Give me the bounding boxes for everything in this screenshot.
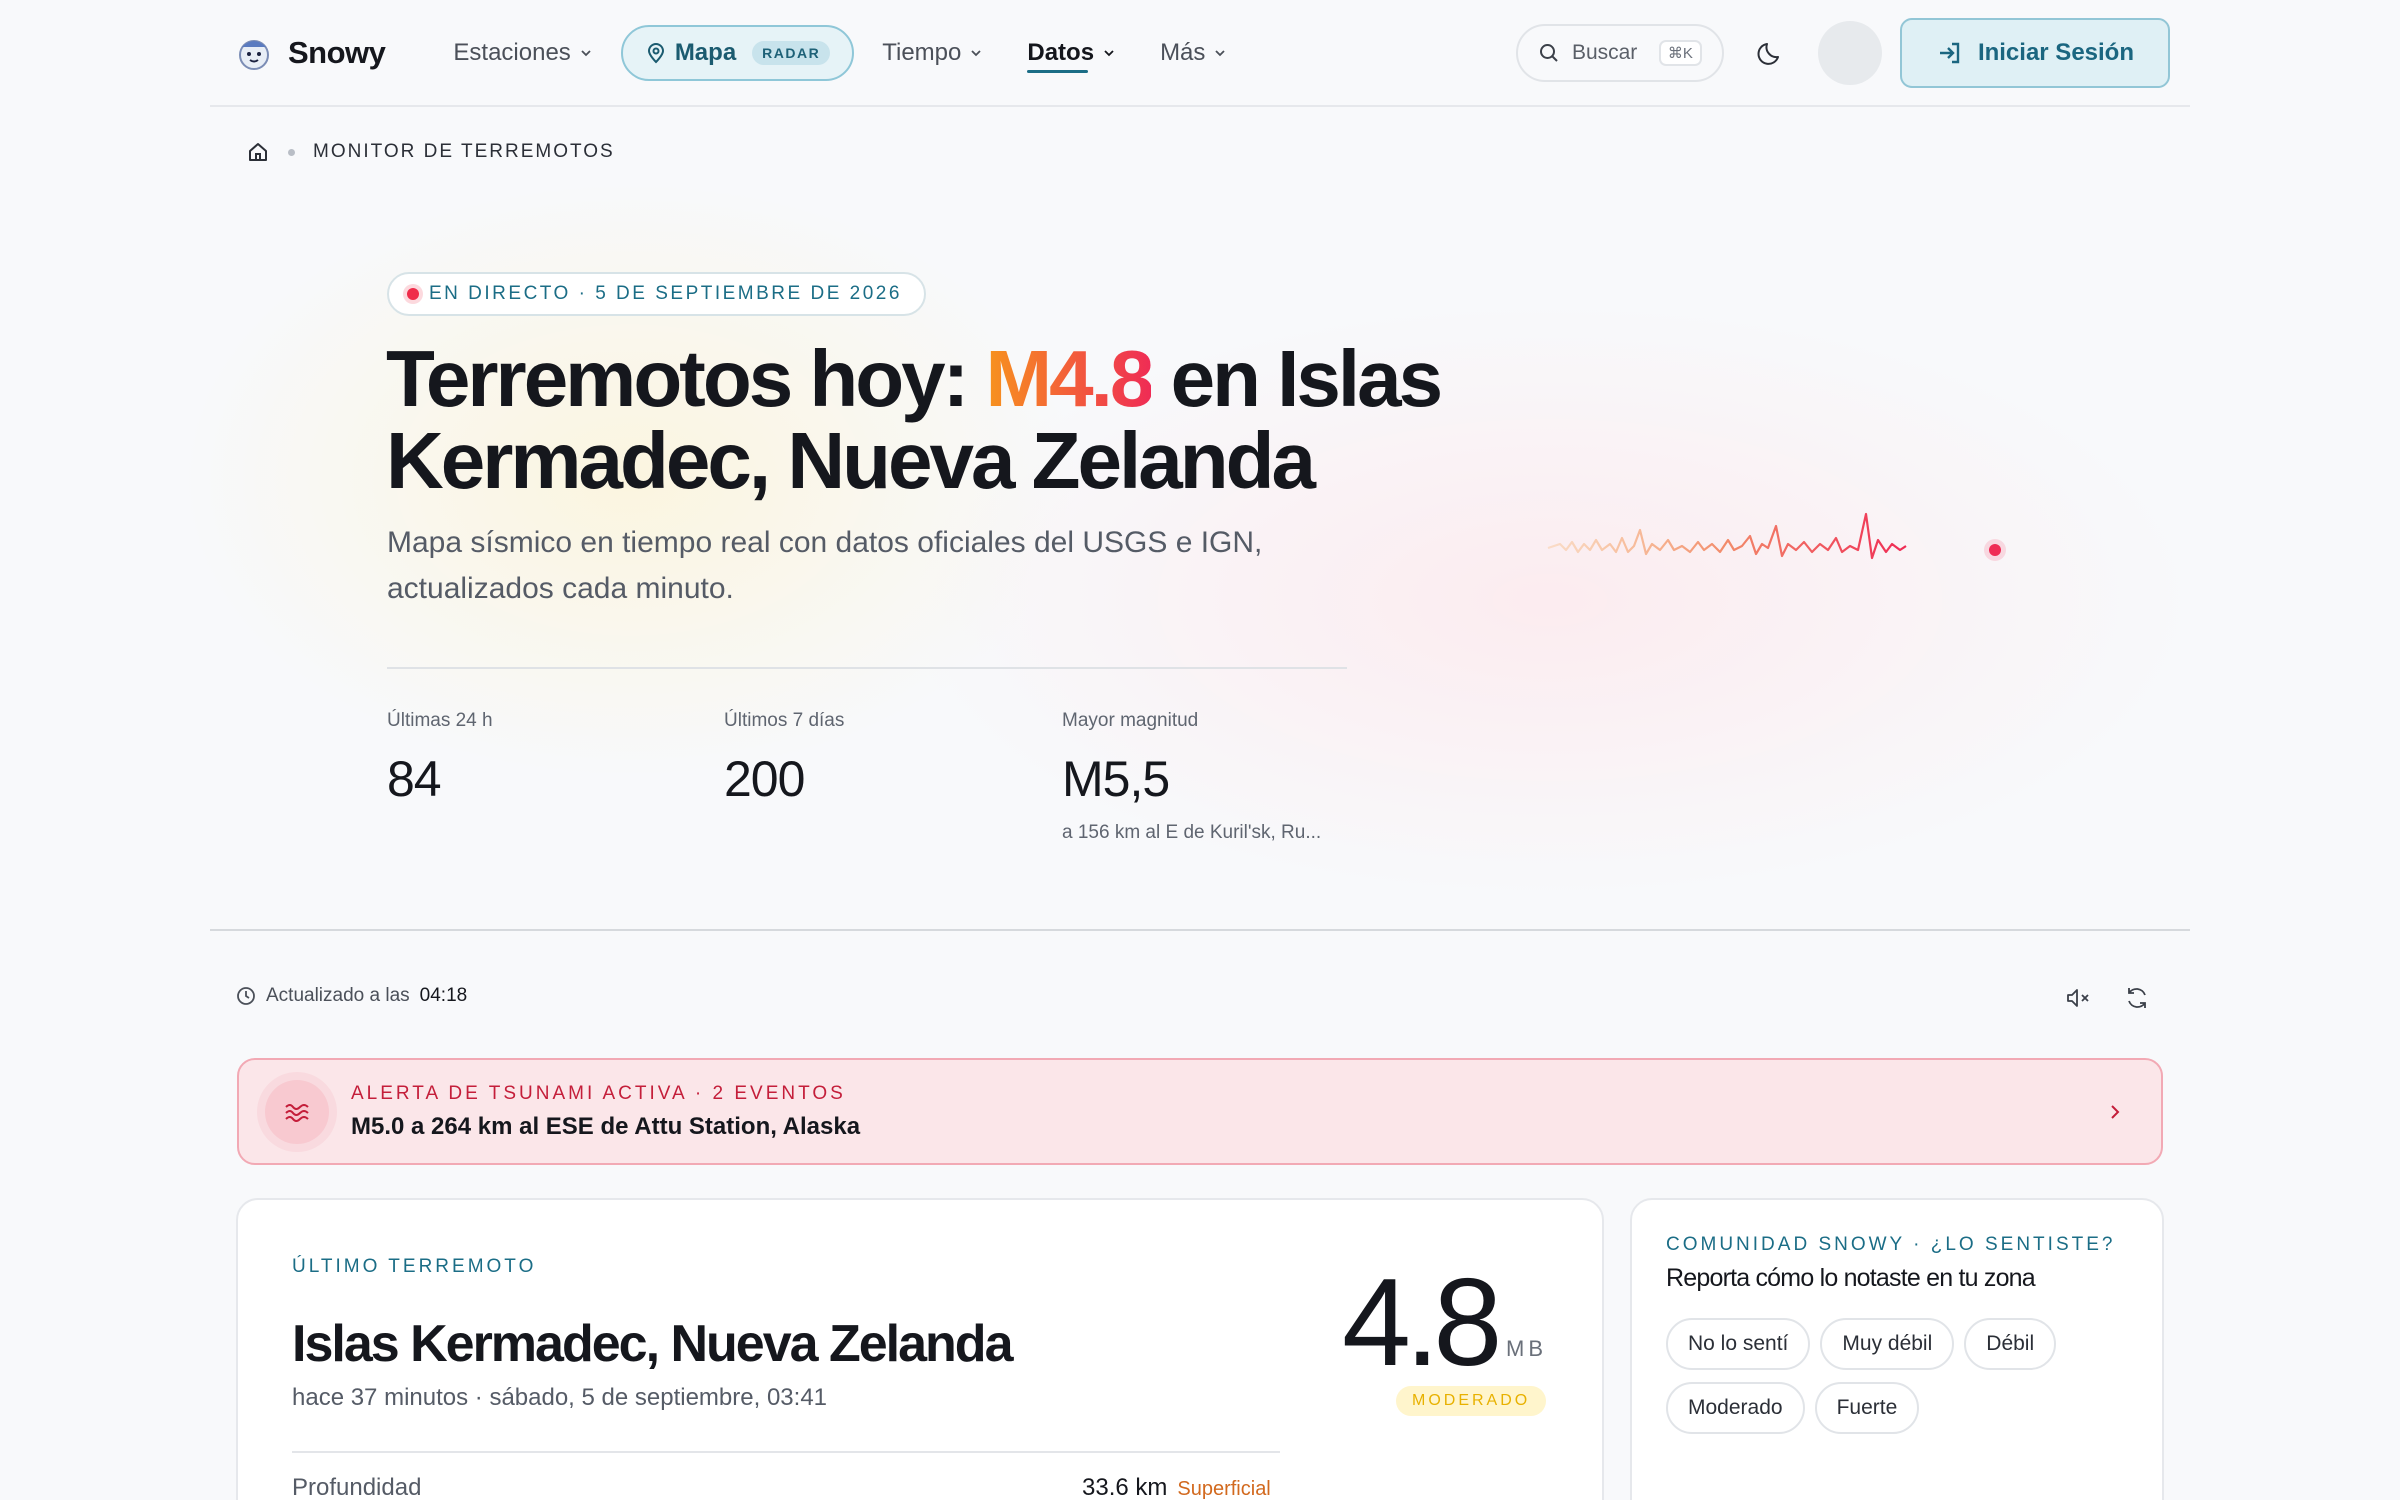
latest-time: hace 37 minutos · sábado, 5 de septiembr…	[292, 1384, 828, 1411]
alert-icon-wrap	[265, 1079, 329, 1144]
page: { "header": { "logo_text": "Snowy", "nav…	[0, 0, 2400, 1500]
feel-options: No lo sentí Muy débil Débil Moderado Fue…	[1666, 1318, 2146, 1434]
depth-label: Profundidad	[292, 1474, 422, 1500]
updated-status: Actualizado a las 04:18	[236, 985, 467, 1007]
map-pin-icon	[647, 42, 664, 63]
breadcrumb: MONITOR DE TERREMOTOS	[246, 140, 615, 164]
latest-label: ÚLTIMO TERREMOTO	[292, 1256, 537, 1277]
login-icon	[1939, 42, 1960, 63]
updated-time: 04:18	[419, 985, 468, 1006]
tsunami-alert-banner[interactable]: ALERTA DE TSUNAMI ACTIVA · 2 EVENTOS M5.…	[237, 1058, 2163, 1165]
radar-badge: RADAR	[752, 40, 831, 65]
nav-estaciones-label: Estaciones	[453, 38, 571, 66]
live-badge: EN DIRECTO · 5 DE SEPTIEMBRE DE 2026	[387, 272, 926, 316]
stat-24h: Últimas 24 h 84	[387, 710, 493, 808]
home-icon[interactable]	[246, 140, 270, 164]
latest-earthquake-card[interactable]: ÚLTIMO TERREMOTO Islas Kermadec, Nueva Z…	[236, 1198, 1604, 1500]
login-label: Iniciar Sesión	[1977, 38, 2134, 66]
chevron-down-icon	[581, 49, 591, 56]
seismograph-icon	[1547, 512, 2006, 561]
chevron-down-icon	[1104, 49, 1114, 56]
section-divider	[210, 929, 2190, 931]
alert-text: ALERTA DE TSUNAMI ACTIVA · 2 EVENTOS M5.…	[351, 1083, 860, 1141]
nav-datos[interactable]: Datos	[1005, 25, 1138, 81]
clock-icon	[237, 987, 255, 1005]
logo[interactable]: Snowy	[234, 33, 386, 73]
updated-label: Actualizado a las	[266, 985, 410, 1006]
page-subtitle: Mapa sísmico en tiempo real con datos of…	[387, 526, 1263, 605]
mute-button[interactable]	[2058, 978, 2098, 1018]
search-icon	[1539, 43, 1558, 62]
waves-icon	[285, 1103, 309, 1122]
search-shortcut: ⌘K	[1658, 39, 1702, 66]
stat-label: Últimas 24 h	[387, 710, 493, 731]
stat-label: Últimos 7 días	[724, 710, 845, 731]
live-label: EN DIRECTO · 5 DE SEPTIEMBRE DE 2026	[429, 283, 902, 304]
mute-icon	[2067, 989, 2089, 1007]
alert-event: M5.0 a 264 km al ESE de Attu Station, Al…	[351, 1112, 861, 1140]
main-nav: Estaciones Mapa RADAR Tiempo Datos Más	[431, 24, 1249, 81]
feel-option-very-weak[interactable]: Muy débil	[1820, 1318, 1955, 1370]
stat-value: M5,5	[1062, 751, 1170, 807]
community-card: COMUNIDAD SNOWY · ¿LO SENTISTE? Reporta …	[1630, 1198, 2164, 1500]
search-button[interactable]: Buscar ⌘K	[1515, 23, 1724, 82]
theme-toggle[interactable]	[1742, 24, 1800, 82]
breadcrumb-separator	[288, 148, 295, 156]
moon-icon	[1757, 42, 1779, 65]
magnitude-value: 4.8	[1342, 1254, 1502, 1392]
feel-option-strong[interactable]: Fuerte	[1814, 1382, 1920, 1434]
card-divider	[292, 1451, 1280, 1453]
logo-text: Snowy	[288, 34, 386, 70]
depth-class: Superficial	[1177, 1478, 1271, 1500]
depth-value: 33.6 km	[1082, 1474, 1168, 1500]
nav-estaciones[interactable]: Estaciones	[431, 25, 614, 81]
chevron-right-icon	[2111, 1104, 2120, 1119]
active-nav-underline	[1027, 69, 1089, 73]
title-magnitude: M4.8	[985, 334, 1155, 423]
chevron-down-icon	[1215, 49, 1226, 56]
latest-title: Islas Kermadec, Nueva Zelanda	[292, 1315, 1013, 1373]
hero-divider	[387, 667, 1347, 669]
community-label: COMUNIDAD SNOWY · ¿LO SENTISTE?	[1666, 1234, 2116, 1255]
nav-tiempo[interactable]: Tiempo	[860, 25, 1005, 81]
feel-option-moderate[interactable]: Moderado	[1666, 1382, 1805, 1434]
nav-datos-label: Datos	[1027, 38, 1095, 66]
nav-mas[interactable]: Más	[1138, 25, 1249, 81]
magnitude-unit: MB	[1506, 1336, 1547, 1361]
community-title: Reporta cómo lo notaste en tu zona	[1666, 1264, 2036, 1292]
stat-label: Mayor magnitud	[1062, 710, 1199, 731]
nav-tiempo-label: Tiempo	[882, 38, 962, 66]
login-button[interactable]: Iniciar Sesión	[1899, 17, 2170, 88]
avatar[interactable]	[1817, 20, 1882, 85]
title-prefix: Terremotos hoy:	[386, 334, 986, 423]
nav-mapa[interactable]: Mapa RADAR	[620, 24, 855, 81]
stat-note: a 156 km al E de Kuril'sk, Ru...	[1062, 822, 1322, 843]
page-title: Terremotos hoy: M4.8 en Islas Kermadec, …	[386, 338, 1586, 502]
feel-option-none[interactable]: No lo sentí	[1666, 1318, 1811, 1370]
nav-mas-label: Más	[1160, 38, 1206, 66]
nav-mapa-label: Mapa	[674, 38, 737, 66]
stat-value: 84	[387, 751, 442, 807]
chevron-down-icon	[971, 49, 982, 56]
header-actions: Buscar ⌘K Iniciar Sesión	[1515, 17, 2170, 88]
refresh-icon	[2128, 988, 2146, 1008]
snowman-logo-icon	[239, 39, 269, 70]
depth-value-wrap: 33.6 km Superficial	[1082, 1474, 1271, 1500]
feel-option-weak[interactable]: Débil	[1964, 1318, 2057, 1370]
intensity-badge: MODERADO	[1396, 1386, 1547, 1416]
stat-value: 200	[724, 751, 805, 807]
search-label: Buscar	[1571, 40, 1638, 64]
top-header: Snowy Estaciones Mapa RADAR Tiempo Datos…	[210, 0, 2190, 107]
stat-7d: Últimos 7 días 200	[724, 710, 844, 808]
refresh-button[interactable]	[2117, 978, 2157, 1018]
live-dot-icon	[407, 288, 419, 300]
alert-heading: ALERTA DE TSUNAMI ACTIVA · 2 EVENTOS	[351, 1082, 846, 1104]
breadcrumb-current: MONITOR DE TERREMOTOS	[313, 141, 615, 162]
stat-max-magnitude: Mayor magnitud M5,5 a 156 km al E de Kur…	[1062, 710, 1321, 844]
